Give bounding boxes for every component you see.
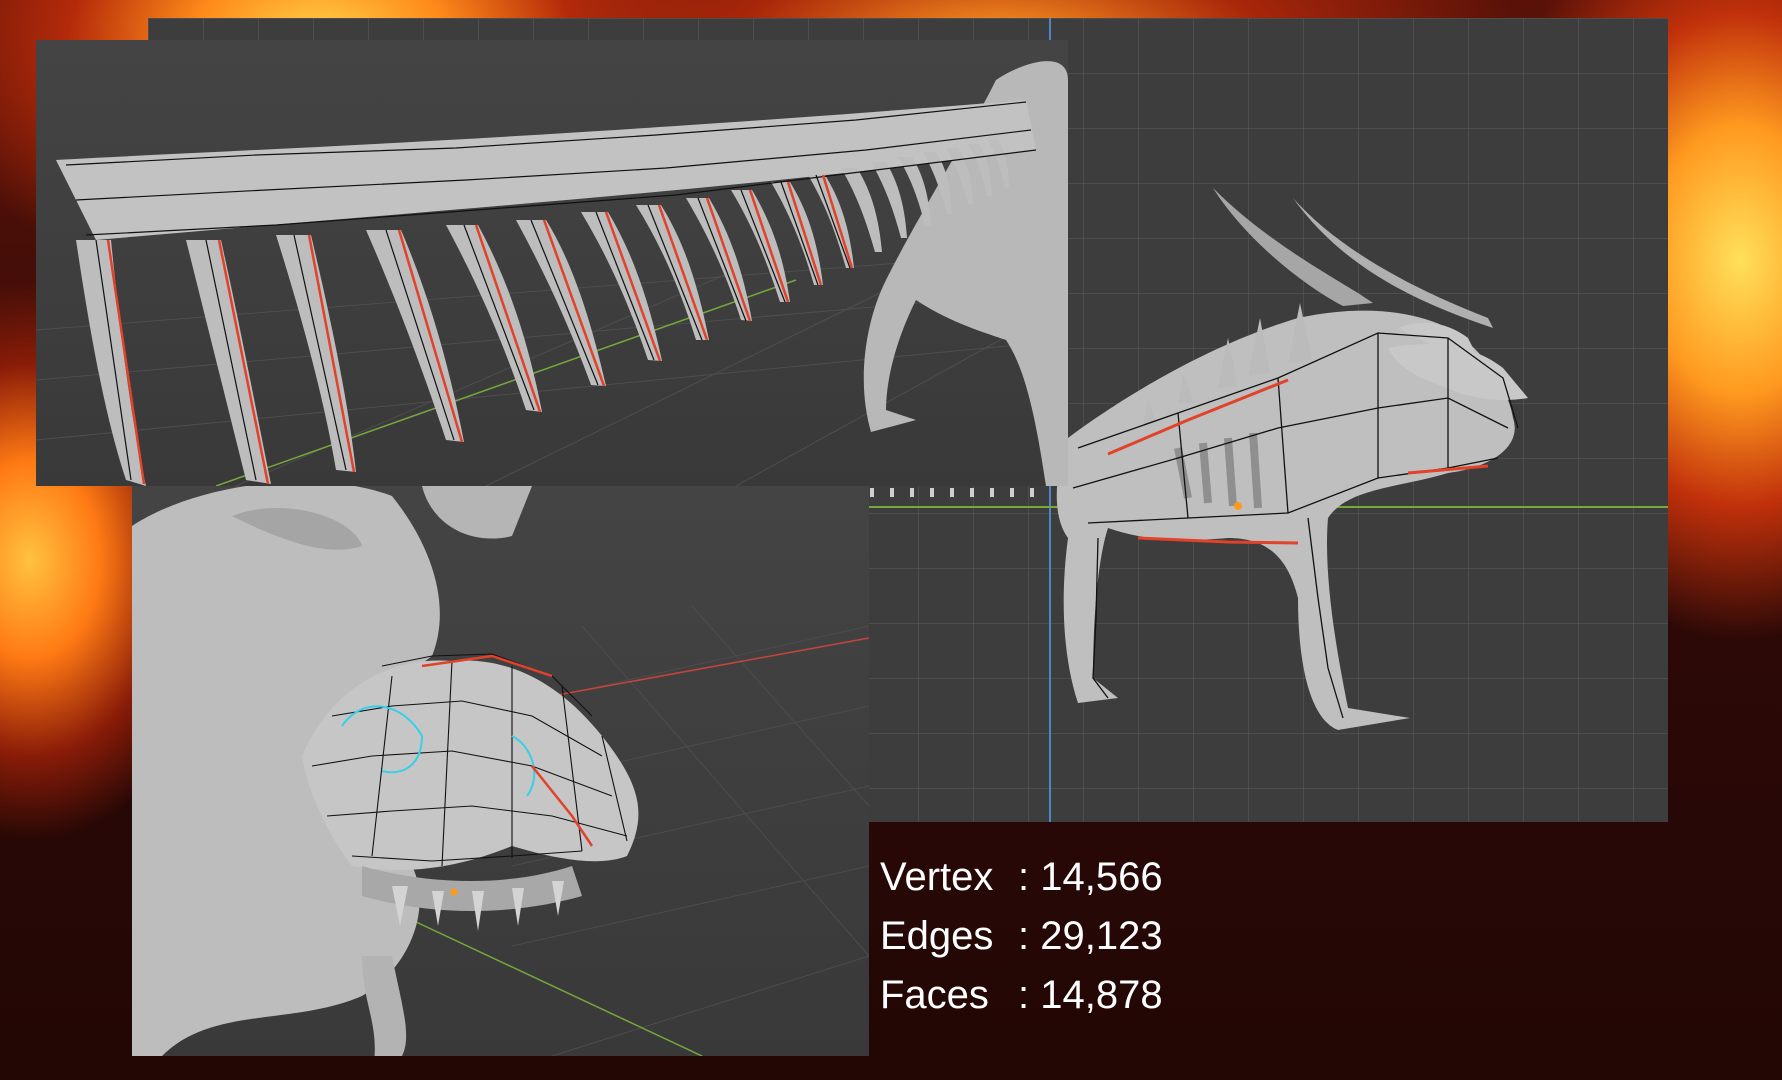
mesh-stats: Vertex : 14,566 Edges : 29,123 Faces : 1… xyxy=(880,848,1163,1025)
viewport-spine-closeup[interactable] xyxy=(36,40,1068,486)
creature-side-model xyxy=(1056,188,1528,730)
faces-label: Faces xyxy=(880,973,989,1017)
edges-label: Edges xyxy=(880,914,994,958)
faces-stat: Faces : 14,878 xyxy=(880,966,1163,1025)
spine-canvas xyxy=(36,61,1068,486)
edges-stat: Edges : 29,123 xyxy=(880,907,1163,966)
vertex-stat: Vertex : 14,566 xyxy=(880,848,1163,907)
edges-count: : 29,123 xyxy=(1018,914,1163,958)
vertex-label: Vertex xyxy=(880,855,994,899)
origin-point xyxy=(450,888,458,896)
viewport-head-closeup[interactable] xyxy=(132,486,869,1056)
ruler-ticks xyxy=(870,488,1034,497)
y-axis-line xyxy=(381,905,703,1056)
head-canvas xyxy=(132,486,869,1056)
origin-point xyxy=(1234,502,1242,510)
faces-count: : 14,878 xyxy=(1018,973,1163,1017)
vertex-count: : 14,566 xyxy=(1018,855,1163,899)
